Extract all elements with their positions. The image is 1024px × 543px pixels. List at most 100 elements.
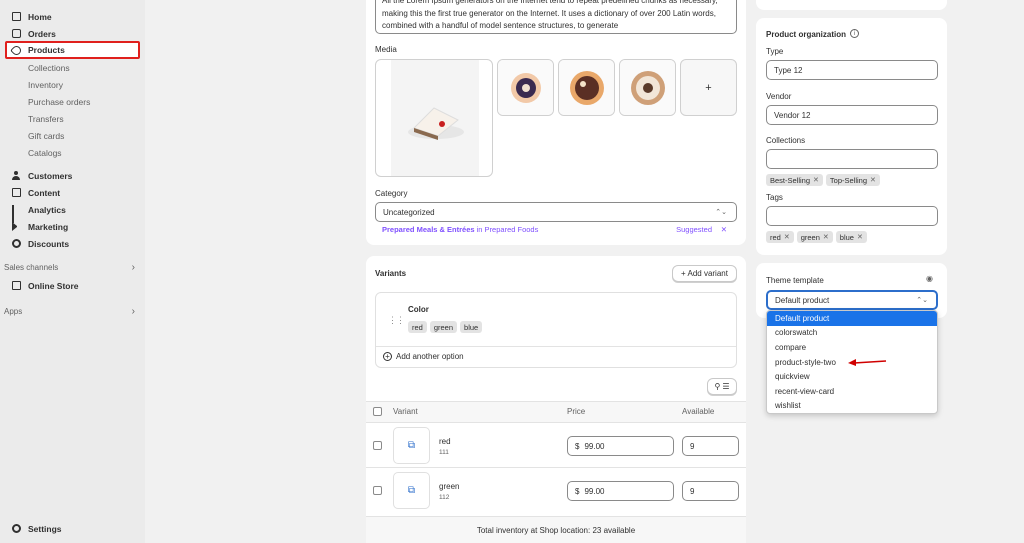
megaphone-icon [12,222,21,231]
variant-image-placeholder[interactable]: ⧉ [393,427,430,464]
sidebar: Home Orders Products Collections Invento… [0,0,145,543]
type-label: Type [766,47,784,56]
remove-icon[interactable]: ✕ [857,233,863,241]
price-input[interactable]: $ 99.00 [567,481,674,501]
tag-pill-label: green [800,232,820,242]
sidebar-item-settings[interactable]: Settings [6,520,139,537]
eye-icon[interactable]: ◉ [926,274,933,283]
home-icon [12,12,21,21]
dropdown-option-colorswatch[interactable]: colorswatch [767,326,937,341]
apps-heading[interactable]: Apps [4,307,22,316]
add-variant-button[interactable]: + Add variant [672,265,737,282]
remove-icon[interactable]: ✕ [784,233,790,241]
add-media-button[interactable]: + [680,59,737,116]
media-thumb-1[interactable] [497,59,554,116]
select-all-checkbox[interactable] [373,407,382,416]
vendor-label: Vendor [766,92,792,101]
sidebar-item-collections[interactable]: Collections [28,60,70,75]
description-text[interactable]: All the Lorem Ipsum generators on the In… [382,0,732,33]
remove-icon[interactable]: ✕ [813,176,819,184]
available-input[interactable]: 9 [682,481,739,501]
status-card [756,0,947,10]
media-label: Media [375,45,397,54]
variant-name[interactable]: green [439,482,459,491]
dropdown-option-wishlist[interactable]: wishlist [767,399,937,413]
category-select[interactable]: Uncategorized ⌃⌄ [375,202,737,222]
theme-template-select[interactable]: Default product ⌃⌄ [766,290,938,310]
available-input[interactable]: 9 [682,436,739,456]
search-filter-button[interactable]: ⚲ ☰ [707,378,737,395]
collection-pill-label: Best-Selling [770,175,811,185]
sidebar-item-gift-cards[interactable]: Gift cards [28,128,64,143]
image-icon: ⧉ [407,440,416,451]
dropdown-option-compare[interactable]: compare [767,340,937,355]
plus-icon: + [705,81,712,94]
price-input[interactable]: $ 99.00 [567,436,674,456]
sidebar-item-label: Orders [28,28,56,39]
row-checkbox[interactable] [373,441,382,450]
sidebar-item-home[interactable]: Home [6,8,139,25]
column-header-available: Available [682,407,715,416]
tag-pill-label: red [770,232,781,242]
drag-handle-icon[interactable]: ⋮⋮ [388,315,405,326]
media-thumb-2[interactable] [558,59,615,116]
sidebar-item-online-store[interactable]: Online Store [6,277,139,294]
variant-name[interactable]: red [439,437,451,446]
tag-icon [10,43,23,57]
category-suggestion: Prepared Meals & Entrées in Prepared Foo… [382,225,732,234]
sidebar-item-orders[interactable]: Orders [6,25,139,42]
remove-icon[interactable]: ✕ [823,233,829,241]
theme-template-label: Theme template [766,276,824,285]
tag-pill: green ✕ [796,231,833,243]
chevron-right-icon[interactable]: › [132,262,135,273]
product-organization-title: Product organization [766,30,846,39]
sidebar-item-transfers[interactable]: Transfers [28,111,64,126]
sidebar-item-content[interactable]: Content [6,184,139,201]
dropdown-option-default-product[interactable]: Default product [767,311,937,326]
sidebar-item-customers[interactable]: Customers [6,167,139,184]
option-name[interactable]: Color [408,305,429,314]
sidebar-item-discounts[interactable]: Discounts [6,235,139,252]
dropdown-option-recent-view-card[interactable]: recent-view-card [767,384,937,399]
total-inventory: Total inventory at Shop location: 23 ava… [366,516,746,543]
dismiss-suggestion-icon[interactable]: ✕ [721,225,727,234]
option-value-pill: red [408,321,427,333]
sidebar-item-analytics[interactable]: Analytics [6,201,139,223]
category-value: Uncategorized [383,207,435,217]
sidebar-item-catalogs[interactable]: Catalogs [28,145,62,160]
tags-input[interactable] [766,206,938,226]
suggested-category-parent: in Prepared Foods [476,225,539,234]
collections-input[interactable] [766,149,938,169]
gear-icon [12,524,21,533]
row-checkbox[interactable] [373,486,382,495]
media-thumb-3[interactable] [619,59,676,116]
category-label: Category [375,189,408,198]
info-icon[interactable]: i [850,29,859,38]
chevron-right-icon[interactable]: › [132,306,135,317]
option-value-pill: green [429,321,458,333]
variant-sku: 112 [439,494,450,501]
variant-image-placeholder[interactable]: ⧉ [393,472,430,509]
tag-pill-label: blue [839,232,854,242]
theme-template-value: Default product [775,295,830,305]
vendor-input[interactable]: Vendor 12 [766,105,938,125]
type-input[interactable]: Type 12 [766,60,938,80]
dropdown-option-quickview[interactable]: quickview [767,369,937,384]
add-another-option-link[interactable]: + Add another option [383,352,464,361]
sidebar-item-inventory[interactable]: Inventory [28,77,63,92]
collection-pill: Top-Selling ✕ [825,174,880,186]
suggested-category-link[interactable]: Prepared Meals & Entrées [382,225,475,234]
sidebar-item-marketing[interactable]: Marketing [6,218,139,235]
image-icon: ⧉ [407,485,416,496]
option-values[interactable]: red green blue [408,321,485,333]
divider [376,346,736,347]
sidebar-item-purchase-orders[interactable]: Purchase orders [28,94,90,109]
discount-icon [12,239,21,248]
sidebar-item-products[interactable]: Products [5,41,140,59]
variants-title: Variants [375,269,407,278]
collections-label: Collections [766,136,806,145]
media-main-image[interactable] [375,59,493,177]
price-value: 99.00 [584,486,605,496]
remove-icon[interactable]: ✕ [870,176,876,184]
sales-channels-heading[interactable]: Sales channels [4,263,58,272]
